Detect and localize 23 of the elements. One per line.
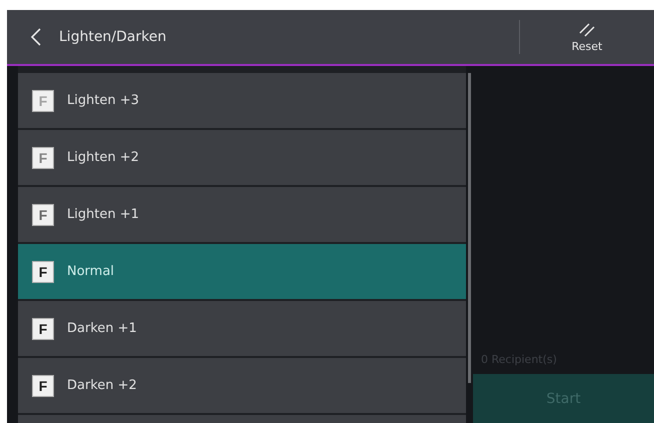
option-item[interactable]: F Darken +1 bbox=[18, 301, 466, 356]
option-item[interactable]: F Lighten +2 bbox=[18, 130, 466, 185]
back-icon bbox=[31, 28, 41, 46]
density-icon: F bbox=[32, 260, 54, 282]
option-label: Darken +1 bbox=[67, 321, 137, 336]
density-icon: F bbox=[32, 318, 54, 340]
option-label: Normal bbox=[67, 264, 114, 279]
density-icon: F bbox=[32, 90, 54, 112]
reset-button[interactable]: Reset bbox=[520, 10, 654, 64]
option-label: Lighten +2 bbox=[67, 150, 139, 165]
density-icon: F bbox=[32, 146, 54, 168]
option-item[interactable]: F Darken +2 bbox=[18, 358, 466, 413]
option-label: Lighten +3 bbox=[67, 93, 139, 108]
option-label: Lighten +1 bbox=[67, 207, 139, 222]
reset-icon bbox=[578, 22, 596, 38]
option-label: Darken +2 bbox=[67, 378, 137, 393]
option-item[interactable]: F Normal bbox=[18, 244, 466, 299]
density-icon: F bbox=[32, 204, 54, 226]
density-icon: F bbox=[32, 374, 54, 396]
scrollbar[interactable] bbox=[468, 73, 471, 383]
screen-title: Lighten/Darken bbox=[59, 29, 168, 45]
option-item[interactable]: F Lighten +1 bbox=[18, 187, 466, 242]
option-item[interactable]: F Lighten +3 bbox=[18, 73, 466, 128]
